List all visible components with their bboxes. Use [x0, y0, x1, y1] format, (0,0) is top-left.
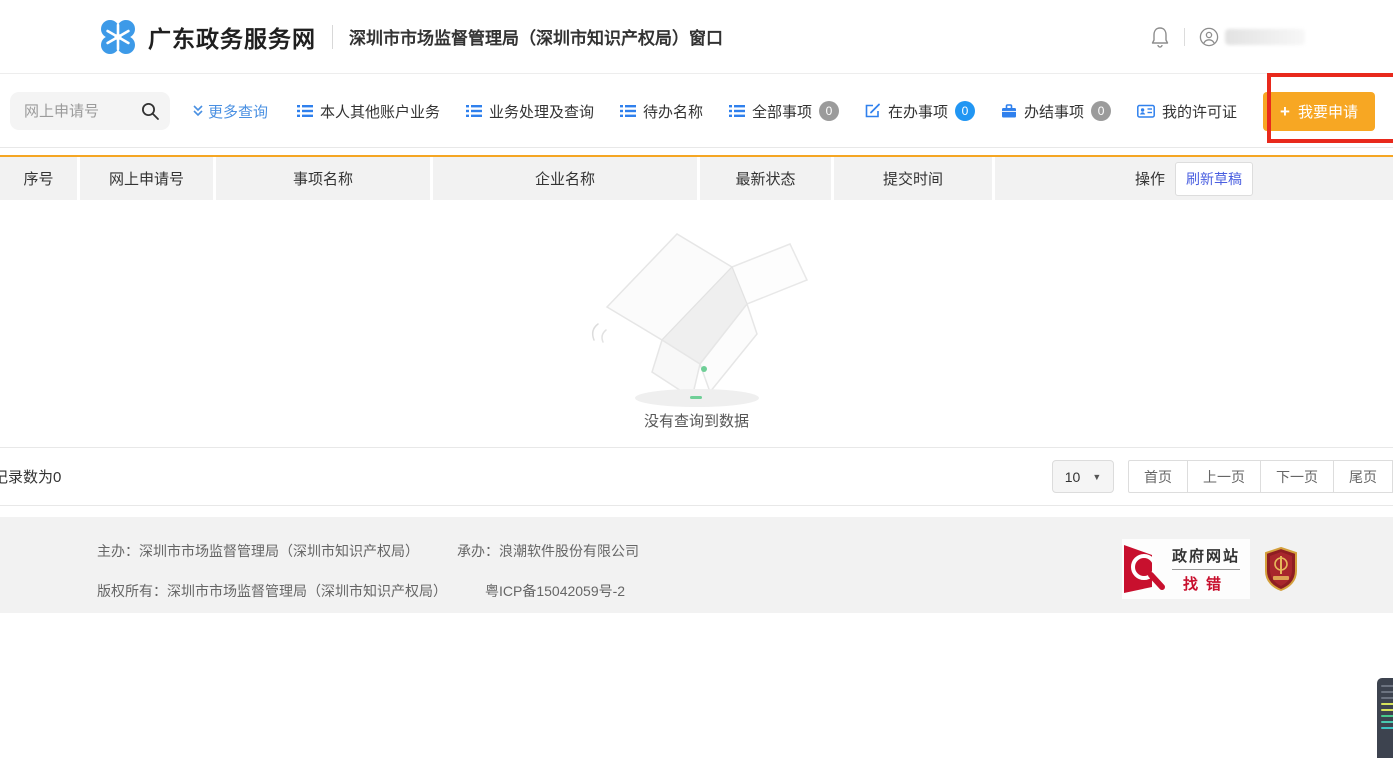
footer: 主办：深圳市市场监督管理局（深圳市知识产权局） 承办：浪潮软件股份有限公司 版权… — [0, 517, 1393, 613]
toolbar: 更多查询 本人其他账户业务 业务处理及查询 — [0, 75, 1393, 148]
gov-site-error-line2: 找错 — [1183, 573, 1229, 594]
brand-logo-icon — [100, 19, 136, 55]
first-page-button[interactable]: 首页 — [1128, 460, 1188, 493]
nav-item-label: 业务处理及查询 — [489, 101, 594, 122]
nav-item-label: 在办事项 — [888, 101, 948, 122]
table-header: 序号 网上申请号 事项名称 企业名称 最新状态 提交时间 操作 刷新草稿 — [0, 155, 1393, 200]
column-header-application-no: 网上申请号 — [80, 157, 213, 200]
count-badge: 0 — [1091, 101, 1111, 121]
widget-stripe — [1381, 715, 1393, 717]
empty-state: 没有查询到数据 — [0, 212, 1393, 431]
column-header-submit-time: 提交时间 — [834, 157, 992, 200]
nav-item-todo-names[interactable]: 待办名称 — [620, 101, 703, 122]
footer-icp: 粤ICP备15042059号-2 — [485, 581, 625, 601]
edit-icon — [865, 103, 881, 119]
empty-box-icon — [582, 212, 812, 402]
widget-stripe — [1381, 685, 1393, 687]
nav-item-label: 我的许可证 — [1162, 101, 1237, 122]
apply-button-label: 我要申请 — [1298, 101, 1358, 122]
next-page-button[interactable]: 下一页 — [1261, 460, 1334, 493]
search-box — [10, 92, 170, 130]
nav-item-label: 本人其他账户业务 — [320, 101, 440, 122]
header-separator — [1184, 28, 1185, 46]
nav-item-all-items[interactable]: 全部事项 0 — [729, 101, 839, 122]
count-badge: 0 — [819, 101, 839, 121]
column-header-index: 序号 — [0, 157, 77, 200]
nav-item-other-account-business[interactable]: 本人其他账户业务 — [297, 101, 440, 122]
more-query-label: 更多查询 — [208, 101, 268, 122]
nav-item-completed[interactable]: 办结事项 0 — [1001, 101, 1111, 122]
page: 广东政务服务网 深圳市市场监督管理局（深圳市知识产权局）窗口 — [0, 0, 1393, 758]
column-header-company-name: 企业名称 — [433, 157, 697, 200]
footer-undertake: 承办：浪潮软件股份有限公司 — [457, 541, 639, 561]
list-icon — [620, 103, 636, 119]
count-badge: 0 — [955, 101, 975, 121]
header-divider — [332, 25, 333, 49]
footer-text: 主办：深圳市市场监督管理局（深圳市知识产权局） 承办：浪潮软件股份有限公司 版权… — [97, 541, 639, 621]
briefcase-icon — [1001, 103, 1017, 119]
empty-text: 没有查询到数据 — [0, 410, 1393, 431]
page-title: 深圳市市场监督管理局（深圳市知识产权局）窗口 — [349, 24, 723, 49]
footer-host: 主办：深圳市市场监督管理局（深圳市知识产权局） — [97, 541, 419, 561]
footer-badges: 政府网站 找错 — [1122, 539, 1298, 599]
nav-item-label: 待办名称 — [643, 101, 703, 122]
notification-bell-icon[interactable] — [1150, 26, 1170, 48]
gov-site-error-badge[interactable]: 政府网站 找错 — [1122, 539, 1250, 599]
double-chevron-down-icon — [192, 104, 204, 118]
brand-name: 广东政务服务网 — [148, 20, 316, 54]
search-icon[interactable] — [140, 101, 160, 121]
column-header-item-name: 事项名称 — [216, 157, 430, 200]
record-count: 记录数为0 — [0, 466, 61, 487]
plus-icon: + — [1280, 103, 1290, 120]
refresh-draft-button[interactable]: 刷新草稿 — [1175, 162, 1253, 196]
error-finder-magnifier-icon — [1122, 543, 1166, 595]
list-icon — [729, 103, 745, 119]
page-size-select[interactable]: 10 ▼ — [1052, 460, 1114, 493]
gov-agency-shield-badge-icon[interactable] — [1264, 547, 1298, 591]
corner-widget[interactable] — [1377, 678, 1393, 758]
widget-stripe — [1381, 697, 1393, 699]
column-header-actions-label: 操作 — [1135, 168, 1165, 189]
header: 广东政务服务网 深圳市市场监督管理局（深圳市知识产权局）窗口 — [0, 0, 1393, 74]
widget-stripe — [1381, 721, 1393, 723]
gov-site-error-line1: 政府网站 — [1172, 545, 1240, 570]
nav-item-label: 全部事项 — [752, 101, 812, 122]
more-query-link[interactable]: 更多查询 — [192, 101, 268, 122]
widget-stripe — [1381, 709, 1393, 711]
pager: 10 ▼ 首页 上一页 下一页 尾页 — [1052, 460, 1393, 493]
id-card-icon — [1137, 103, 1155, 119]
nav-items: 本人其他账户业务 业务处理及查询 待办名称 — [297, 92, 1385, 131]
prev-page-button[interactable]: 上一页 — [1188, 460, 1261, 493]
nav-item-business-processing[interactable]: 业务处理及查询 — [466, 101, 594, 122]
page-size-value: 10 — [1065, 469, 1081, 485]
user-avatar-icon — [1199, 27, 1219, 47]
nav-item-my-licenses[interactable]: 我的许可证 — [1137, 101, 1237, 122]
page-buttons: 首页 上一页 下一页 尾页 — [1128, 460, 1393, 493]
nav-item-in-progress[interactable]: 在办事项 0 — [865, 101, 975, 122]
widget-stripe — [1381, 727, 1393, 729]
user-name-masked — [1225, 29, 1305, 45]
nav-item-label: 办结事项 — [1024, 101, 1084, 122]
column-header-latest-status: 最新状态 — [700, 157, 831, 200]
apply-button[interactable]: + 我要申请 — [1263, 92, 1375, 131]
widget-stripe — [1381, 703, 1393, 705]
pagination-row: 记录数为0 10 ▼ 首页 上一页 下一页 尾页 — [0, 447, 1393, 506]
column-header-actions: 操作 刷新草稿 — [995, 157, 1393, 200]
user-account[interactable] — [1199, 27, 1305, 47]
list-icon — [466, 103, 482, 119]
caret-down-icon: ▼ — [1092, 472, 1101, 482]
header-right — [1150, 0, 1305, 74]
widget-stripe — [1381, 691, 1393, 693]
footer-copyright: 版权所有：深圳市市场监督管理局（深圳市知识产权局） — [97, 581, 447, 601]
empty-box-shadow — [632, 388, 762, 408]
last-page-button[interactable]: 尾页 — [1334, 460, 1393, 493]
list-icon — [297, 103, 313, 119]
